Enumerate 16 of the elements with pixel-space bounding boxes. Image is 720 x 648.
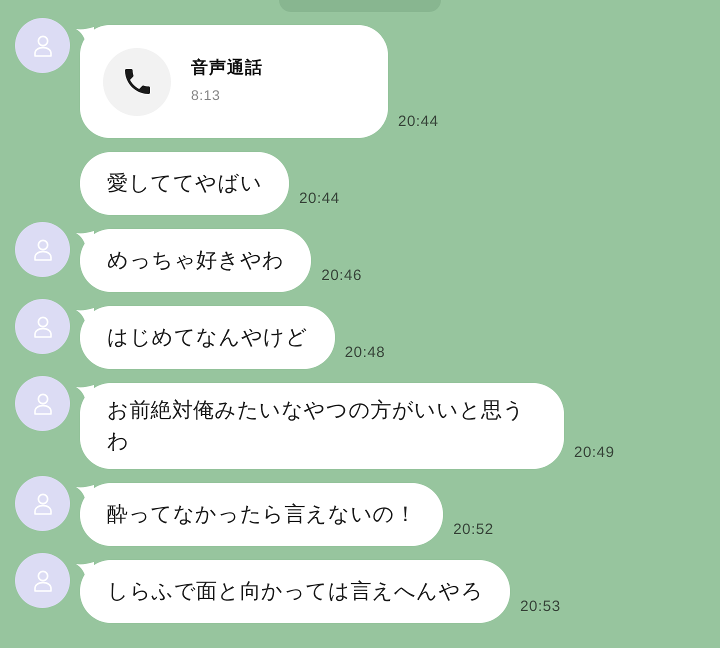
message-text: はじめてなんやけど [107, 324, 308, 351]
message-time: 20:44 [299, 190, 340, 208]
message-time: 20:53 [520, 598, 561, 616]
message-text: しらふで面と向かっては言えへんやろ [107, 578, 484, 605]
message-text: 愛しててやばい [107, 170, 262, 197]
message-time: 20:49 [574, 444, 615, 462]
call-title: 音声通話 [191, 56, 263, 80]
message-text: めっちゃ好きやわ [107, 247, 284, 274]
message-time: 20:52 [453, 521, 494, 539]
message-time: 20:46 [321, 267, 362, 285]
message-time: 20:48 [344, 344, 386, 362]
message-text: お前絶対俺みたいなやつの方がいいと思うわ [107, 397, 526, 455]
call-duration: 8:13 [191, 86, 220, 104]
message-text: 酔ってなかったら言えないの！ [107, 501, 416, 528]
message-time: 20:44 [398, 113, 439, 131]
call-bubble[interactable]: 音声通話 8:13 [80, 25, 388, 138]
